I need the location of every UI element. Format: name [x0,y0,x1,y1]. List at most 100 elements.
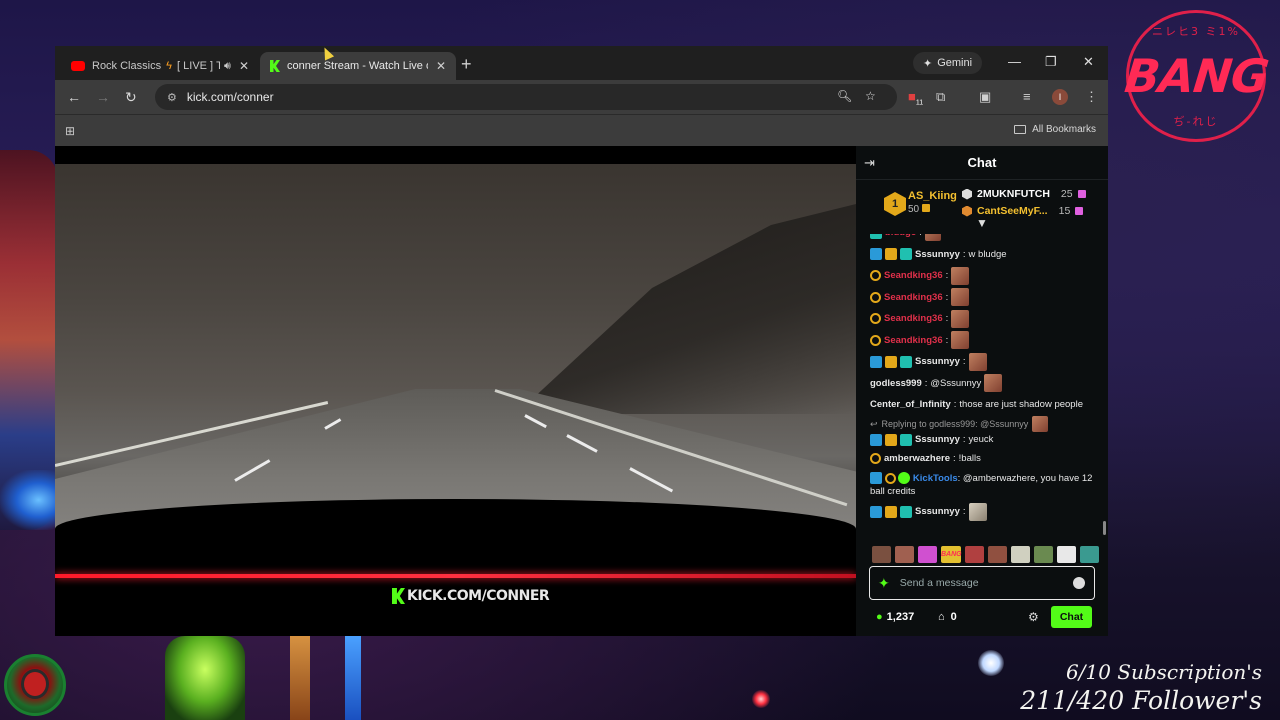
forward-button[interactable]: → [96,89,110,105]
extension-icon[interactable]: ■11 [908,89,923,107]
close-window-button[interactable]: ✕ [1083,54,1094,70]
chat-settings-icon[interactable]: ⚙ [1028,610,1039,624]
silver-rank-icon [962,188,972,200]
browser-window: Rock Classics ϟ [ LIVE ] Ti 🔊︎ ✕ conner … [55,46,1108,636]
minimize-button[interactable]: — [1008,54,1021,69]
chat-text: yeuck [968,433,994,445]
vip-badge-icon [870,248,882,261]
chat-username[interactable]: KickTools [913,473,958,484]
kick-watermark: KICK.COM/CONNER [392,588,550,604]
points-icon: ● [876,611,883,623]
watermark-text: KICK.COM/CONNER [407,588,550,604]
chat-message: Sssunnyy: [870,501,1098,523]
chat-message: Seandking36: [870,308,1098,330]
chat-message: godless999: @Sssunnyy [870,373,1098,395]
video-ambient-light [55,574,856,578]
close-tab-icon[interactable]: ✕ [239,59,249,73]
apps-grid-icon[interactable]: ⊞ [65,124,75,138]
chat-username[interactable]: Sssunnyy [915,432,960,448]
reply-icon: ↩ [870,418,878,429]
gemini-label: Gemini [937,57,973,69]
chat-title: Chat [967,155,997,170]
reload-button[interactable]: ↻ [125,89,137,106]
chat-scrollbar[interactable] [1103,521,1106,535]
bang-ring-text: ぢ-れじ [1173,115,1219,128]
recent-emotes: BANG [872,546,1099,563]
tab-rock-classics[interactable]: Rock Classics ϟ [ LIVE ] Ti 🔊︎ ✕ [61,52,259,80]
bookmark-star-icon[interactable]: ☆ [865,89,876,103]
leader-second-name: 2MUKNFUTCH [977,188,1050,200]
emote-button[interactable] [1011,546,1030,563]
emote-bang-button[interactable]: BANG [941,546,962,563]
chat-username[interactable]: Seandking36 [884,330,943,352]
speaker-icon[interactable]: 🔊︎ [224,60,231,73]
media-control-icon[interactable]: ▣ [979,89,991,105]
sparkle-icon[interactable]: ✦ [878,575,890,592]
tab-kick-conner[interactable]: conner Stream - Watch Live on ✕ [260,52,456,80]
emote-button[interactable] [872,546,891,563]
back-button[interactable]: ← [67,89,81,105]
chat-message: bludge: [870,234,1098,244]
chat-message: Center_of_Infinity: those are just shado… [870,394,1098,416]
chat-messages: bludge: Sssunnyy: w bludge Seandking36: [856,234,1108,542]
chat-username[interactable]: Sssunnyy [915,351,960,373]
chat-message: KickTools: @amberwazhere, you have 12 ba… [870,472,1093,497]
chat-username[interactable]: Sssunnyy [915,244,960,266]
rank-badge: 1 [884,192,906,216]
channel-points[interactable]: ● 1,237 [876,611,914,623]
zoom-icon[interactable]: 🔍︎ [837,89,852,103]
leader-first-name[interactable]: AS_Kiing [908,190,957,202]
background-neon-sign [165,636,245,720]
chat-username[interactable]: Sssunnyy [915,501,960,523]
emote-button[interactable] [988,546,1007,563]
restore-button[interactable]: ❐ [1045,54,1057,70]
browser-toolbar: ← → ↻ ⚙ kick.com/conner 🔍︎ ☆ ■11 ⧉ ▣ ≡ I… [55,80,1108,114]
close-tab-icon[interactable]: ✕ [436,59,446,73]
chat-username[interactable]: Seandking36 [884,308,943,330]
chat-username[interactable]: Seandking36 [884,287,943,309]
bang-word: BANG [1121,49,1271,103]
leader-second[interactable]: 2MUKNFUTCH 25 [962,188,1086,200]
chat-text: @Sssunnyy [930,377,982,389]
subscriber-badge-icon [870,334,881,346]
bronze-rank-icon [962,205,972,217]
chat-username[interactable]: amberwazhere [884,448,950,470]
og-badge-icon [900,433,912,446]
vip-badge-icon [870,472,882,485]
reply-context[interactable]: ↩ Replying to godless999: @Sssunnyy [870,415,1098,432]
emote-button[interactable] [1080,546,1099,563]
reading-list-icon[interactable]: ≡ [1023,89,1031,104]
chat-username[interactable]: godless999 [870,373,922,395]
emote-button[interactable] [1034,546,1053,563]
vip-badge-icon [870,505,882,518]
site-info-icon[interactable]: ⚙ [167,91,177,104]
address-bar[interactable]: ⚙ kick.com/conner 🔍︎ ☆ [155,84,897,110]
extensions-puzzle-icon[interactable]: ⧉ [936,89,945,105]
emote-button[interactable] [965,546,984,563]
gemini-button[interactable]: ✦ Gemini [913,52,983,74]
subscriber-badge-icon [870,270,881,282]
chat-emote [951,331,970,350]
new-tab-button[interactable]: + [461,54,472,75]
emote-button[interactable] [918,546,937,563]
expand-leaderboard-icon[interactable]: ▼ [976,216,988,230]
emote-button[interactable] [1057,546,1076,563]
emoji-picker-icon[interactable] [1073,577,1085,589]
profile-avatar[interactable]: I [1052,89,1068,105]
chat-emote [924,234,941,241]
chat-message: Seandking36: [870,287,1098,309]
emote-button[interactable] [895,546,914,563]
menu-kebab-icon[interactable]: ⋮ [1085,89,1098,105]
chat-username[interactable]: bludge [885,234,916,244]
chat-username[interactable]: Center_of_Infinity [870,394,951,416]
store-button[interactable]: ⌂ 0 [938,611,957,623]
chat-footer: ● 1,237 ⌂ 0 ⚙ Chat [856,604,1108,636]
chat-message-input[interactable]: ✦ Send a message [869,566,1095,600]
stream-video-player[interactable]: KICK.COM/CONNER [55,164,856,636]
send-chat-button[interactable]: Chat [1051,606,1092,628]
background-neon-light [290,636,310,720]
tab-title: conner Stream - Watch Live on [287,60,428,72]
gemini-icon: ✦ [923,57,933,70]
chat-username[interactable]: Seandking36 [884,265,943,287]
all-bookmarks-button[interactable]: All Bookmarks [1014,124,1096,135]
